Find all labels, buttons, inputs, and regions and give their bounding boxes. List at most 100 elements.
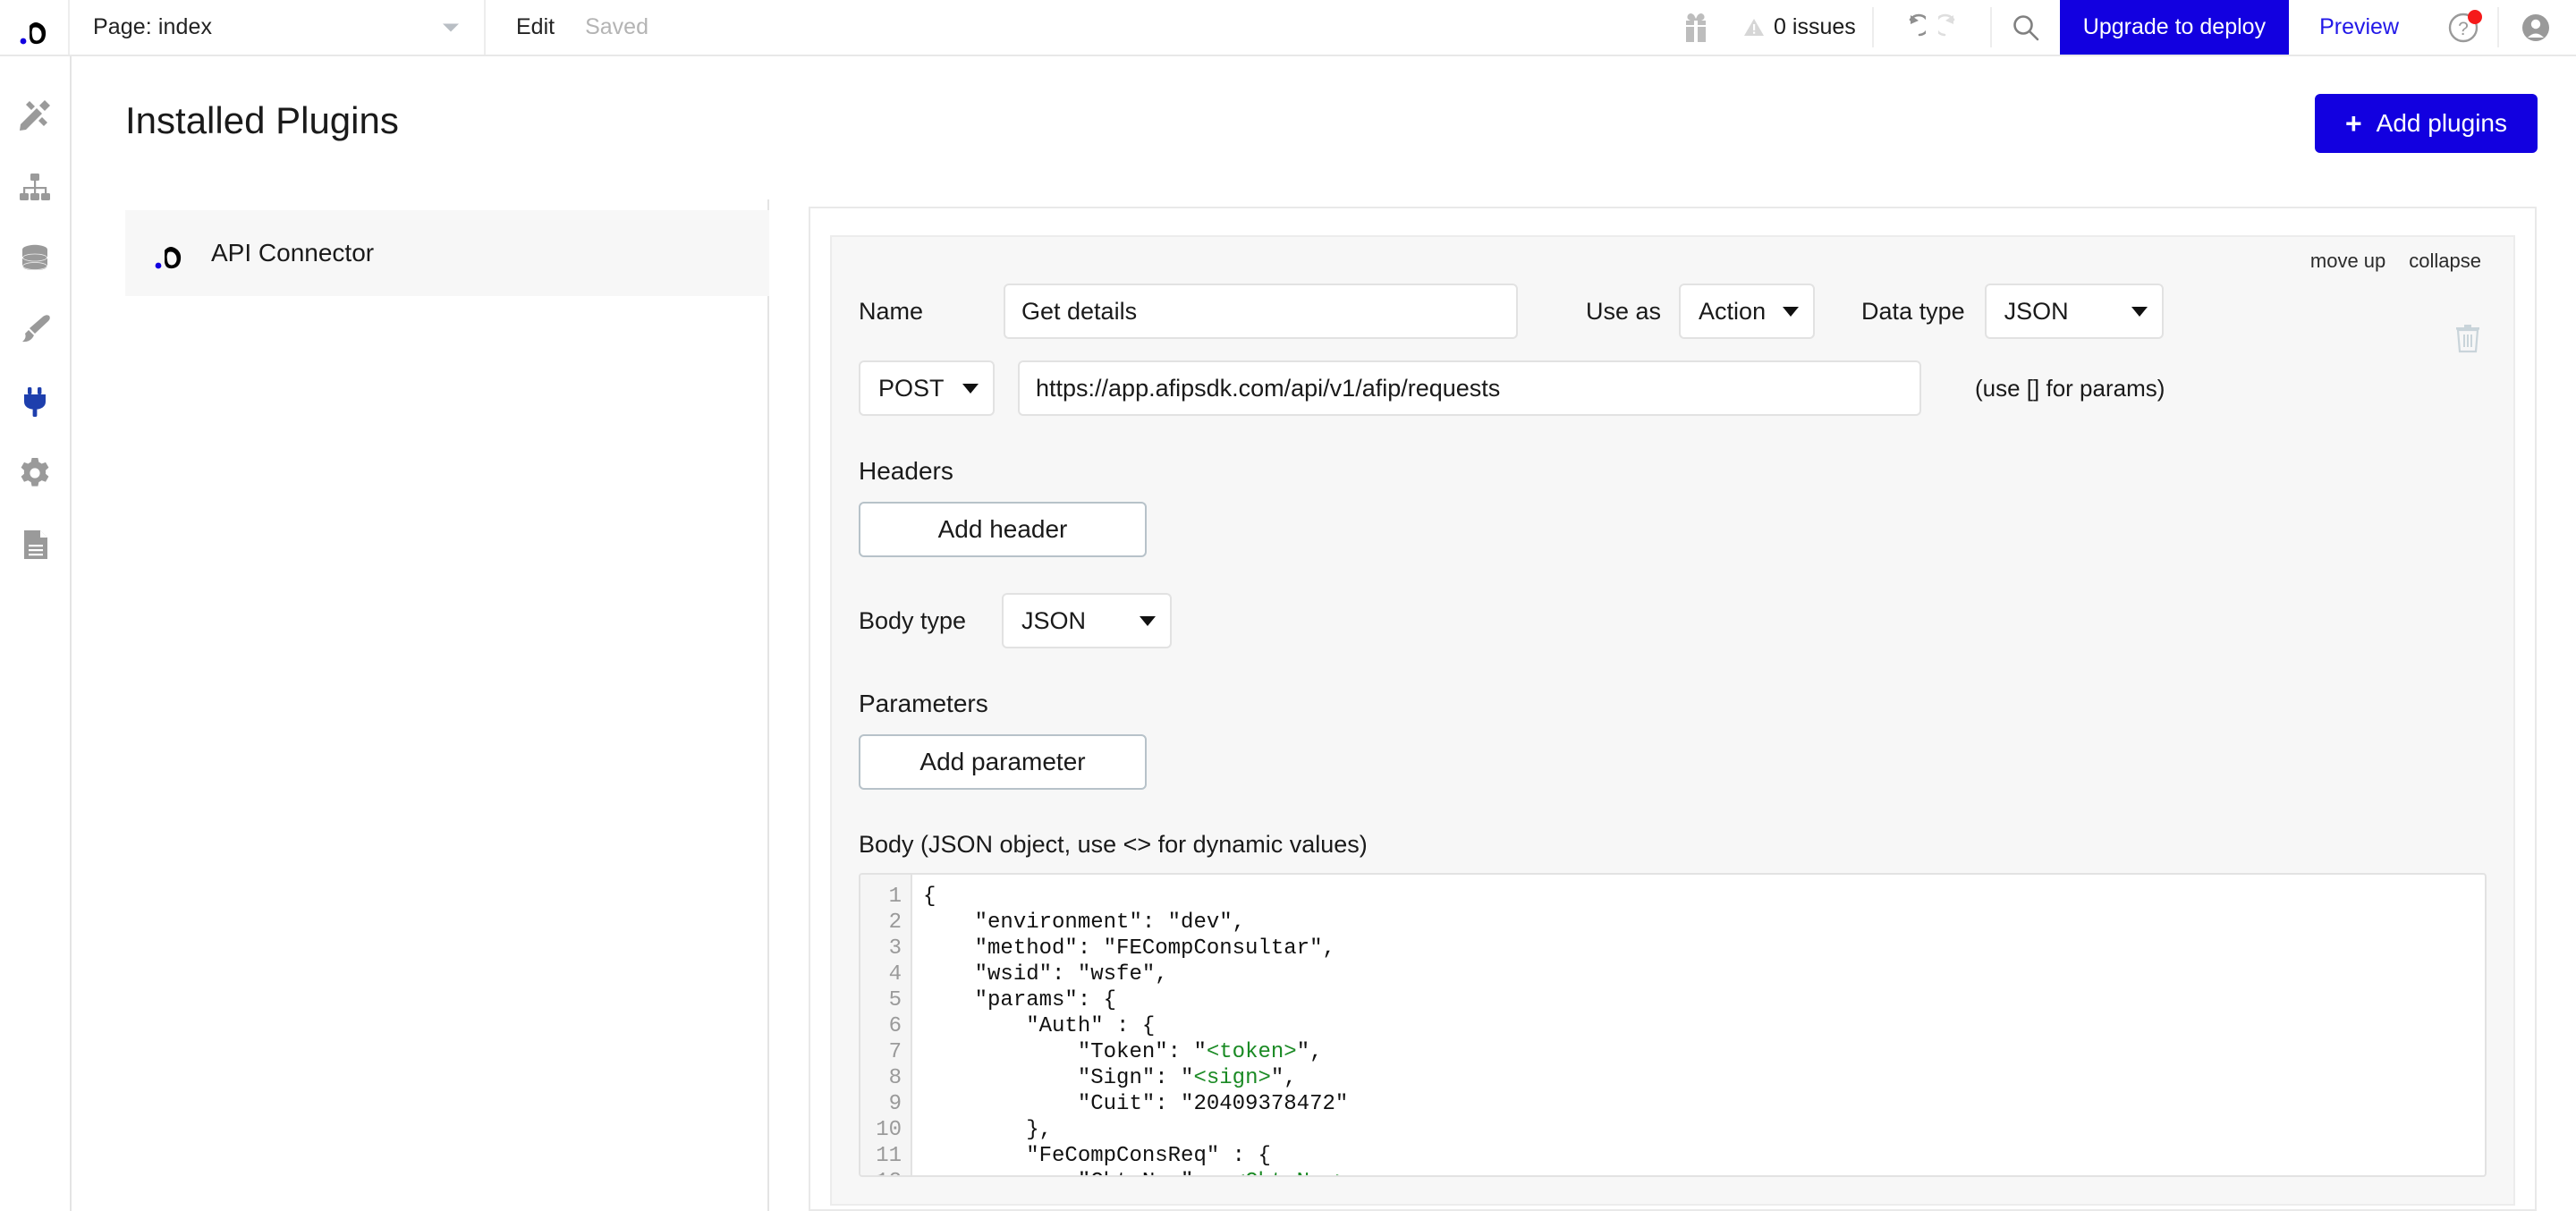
trash-icon[interactable] — [2454, 323, 2481, 353]
body-type-label: Body type — [859, 606, 967, 634]
code-line: "environment": "dev", — [923, 910, 2485, 936]
code-line: "FeCompConsReq" : { — [923, 1143, 2485, 1169]
use-as-label: Use as — [1586, 297, 1662, 325]
collapse-link[interactable]: collapse — [2409, 250, 2481, 273]
toolbar-right-group: 0 issues Upgrade to deploy Preview ? — [1661, 0, 2576, 55]
styles-icon — [17, 312, 53, 348]
body-type-value: JSON — [1021, 606, 1087, 634]
code-text: }, — [923, 1118, 1053, 1142]
redo-icon[interactable] — [1937, 13, 1969, 42]
plugins-icon — [17, 384, 53, 419]
help-button[interactable]: ? — [2429, 0, 2497, 55]
sidebar-item-data[interactable] — [0, 223, 71, 294]
move-up-link[interactable]: move up — [2310, 250, 2385, 273]
svg-text:?: ? — [2458, 19, 2469, 39]
data-type-dropdown[interactable]: JSON — [1984, 284, 2164, 339]
line-number: 2 — [888, 910, 902, 935]
left-icon-rail — [0, 56, 72, 1211]
undo-icon[interactable] — [1895, 13, 1926, 42]
sidebar-item-design[interactable] — [0, 80, 71, 151]
add-plugins-label: Add plugins — [2376, 109, 2507, 137]
preview-button[interactable]: Preview — [2289, 0, 2429, 55]
top-toolbar: Page: index Edit Saved 0 issues Upgrade … — [0, 0, 2576, 56]
saved-status: Saved — [585, 14, 648, 39]
line-number: 12 — [860, 1169, 911, 1175]
line-number: 6 — [888, 1014, 902, 1038]
chevron-down-icon — [962, 383, 979, 394]
user-avatar[interactable] — [2499, 0, 2576, 55]
editor-code[interactable]: { "environment": "dev", "method": "FECom… — [912, 875, 2485, 1175]
sidebar-item-settings[interactable] — [0, 437, 71, 509]
line-number: 11 — [876, 1144, 902, 1168]
code-line: "CbteNro" : <CbteNro> — [923, 1169, 2485, 1175]
sidebar-item-logs[interactable] — [0, 509, 71, 580]
add-header-button[interactable]: Add header — [859, 502, 1147, 557]
card-links: move up collapse — [2310, 250, 2481, 273]
warning-icon — [1743, 17, 1765, 38]
chevron-down-icon — [2131, 306, 2148, 317]
plugin-name: API Connector — [211, 239, 375, 267]
page-header: Installed Plugins + Add plugins — [72, 56, 2576, 199]
sidebar-item-workflow[interactable] — [0, 151, 71, 223]
bubble-logo[interactable] — [0, 0, 70, 55]
body-json-editor[interactable]: 123456789101112 { "environment": "dev", … — [859, 873, 2487, 1177]
issues-indicator[interactable]: 0 issues — [1731, 0, 1872, 55]
name-label: Name — [859, 297, 924, 325]
api-url-input[interactable] — [1018, 360, 1921, 416]
body-type-dropdown[interactable]: JSON — [1002, 593, 1172, 648]
add-parameter-button[interactable]: Add parameter — [859, 734, 1147, 790]
code-line: "Sign": "<sign>", — [923, 1065, 2485, 1091]
bubble-logo-icon — [154, 233, 184, 275]
settings-icon — [17, 455, 53, 491]
code-text: ", — [1296, 1040, 1323, 1064]
list-item[interactable]: API Connector — [125, 210, 769, 296]
http-method-dropdown[interactable]: POST — [859, 360, 995, 416]
api-call-card: move up collapse Name Get details Use as… — [830, 235, 2515, 1206]
page-title: Installed Plugins — [125, 99, 399, 141]
code-line: "method": "FECompConsultar", — [923, 936, 2485, 961]
line-number: 3 — [888, 936, 902, 961]
api-name-input[interactable] — [1004, 284, 1518, 339]
use-as-value: Action — [1699, 297, 1767, 325]
gift-icon[interactable] — [1661, 0, 1731, 55]
line-number: 4 — [888, 962, 902, 987]
code-text: "FeCompConsReq" : { — [923, 1144, 1271, 1168]
plugins-page: Installed Plugins + Add plugins API Conn… — [72, 56, 2576, 1211]
code-line: "wsid": "wsfe", — [923, 961, 2485, 987]
plus-icon: + — [2344, 107, 2362, 140]
sidebar-item-styles[interactable] — [0, 294, 71, 366]
edit-status-group: Edit Saved — [486, 0, 675, 55]
search-icon[interactable] — [1992, 0, 2060, 55]
line-number: 1 — [888, 885, 902, 909]
body-label: Body (JSON object, use <> for dynamic va… — [859, 831, 1368, 858]
use-as-dropdown[interactable]: Action — [1679, 284, 1816, 339]
chevron-down-icon — [1783, 306, 1800, 317]
code-line: "Token": "<token>", — [923, 1039, 2485, 1065]
dynamic-value: <token> — [1206, 1040, 1297, 1064]
sidebar-item-plugins[interactable] — [0, 366, 71, 437]
upgrade-to-deploy-button[interactable]: Upgrade to deploy — [2059, 0, 2290, 55]
code-text: "Auth" : { — [923, 1014, 1156, 1038]
dynamic-value: <sign> — [1193, 1066, 1271, 1090]
code-text: "wsid": "wsfe", — [923, 962, 1168, 987]
data-type-value: JSON — [2004, 297, 2069, 325]
plugins-columns: API Connector move up collapse Name Get … — [72, 199, 2576, 1211]
code-text: "params": { — [923, 988, 1117, 1012]
line-number: 7 — [888, 1040, 902, 1064]
edit-tab[interactable]: Edit — [516, 14, 555, 40]
page-selector[interactable]: Page: index — [70, 0, 486, 55]
avatar-icon — [2519, 11, 2553, 45]
method-url-row: POST (use [] for params) — [859, 360, 2487, 416]
plugin-list-panel: API Connector — [72, 199, 769, 1211]
bubble-logo-icon — [19, 9, 49, 46]
undo-redo-group — [1874, 0, 1990, 55]
chevron-down-icon — [443, 23, 459, 31]
add-plugins-button[interactable]: + Add plugins — [2314, 94, 2538, 153]
page-selector-label: Page: index — [93, 14, 213, 39]
code-text: "environment": "dev", — [923, 910, 1246, 935]
chevron-down-icon — [1140, 615, 1156, 626]
code-text: ", — [1270, 1066, 1297, 1090]
api-connector-panel: move up collapse Name Get details Use as… — [809, 207, 2537, 1211]
headers-label: Headers — [859, 457, 953, 485]
name-row: Name Use as Action Data type JSON — [859, 284, 2487, 339]
